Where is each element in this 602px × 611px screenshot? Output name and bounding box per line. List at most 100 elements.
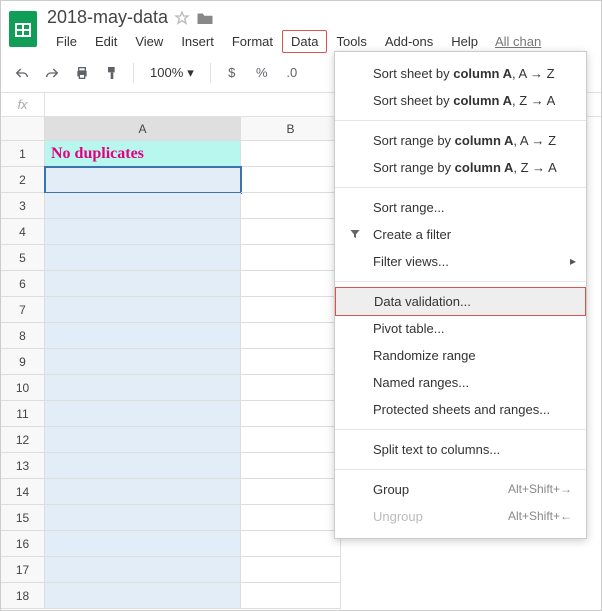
row-header[interactable]: 10 (1, 375, 45, 401)
cell[interactable] (45, 193, 241, 219)
menu-data-validation[interactable]: Data validation... (335, 287, 586, 316)
document-title[interactable]: 2018-may-data (47, 7, 168, 28)
cell[interactable] (241, 219, 341, 245)
menu-view[interactable]: View (126, 30, 172, 53)
menu-ungroup: UngroupAlt+Shift+← (335, 503, 586, 530)
menu-tools[interactable]: Tools (327, 30, 375, 53)
row-header[interactable]: 7 (1, 297, 45, 323)
cell[interactable] (241, 245, 341, 271)
sheets-logo-icon[interactable] (9, 11, 37, 47)
cell[interactable] (45, 479, 241, 505)
cell[interactable] (45, 219, 241, 245)
menu-filter-views[interactable]: Filter views...▸ (335, 248, 586, 275)
cell[interactable] (241, 375, 341, 401)
star-icon[interactable] (174, 10, 190, 26)
cell[interactable]: No duplicates (45, 141, 241, 167)
menu-sort-range-za[interactable]: Sort range by column A, Z → A (335, 154, 586, 181)
row-header[interactable]: 6 (1, 271, 45, 297)
menu-data[interactable]: Data (282, 30, 327, 53)
cell[interactable] (241, 531, 341, 557)
redo-button[interactable] (39, 60, 65, 86)
last-change-link[interactable]: All chan (495, 34, 541, 49)
cell[interactable] (241, 193, 341, 219)
cell[interactable] (241, 505, 341, 531)
cell[interactable] (241, 297, 341, 323)
cell[interactable] (45, 349, 241, 375)
cell[interactable] (241, 453, 341, 479)
folder-icon[interactable] (196, 10, 214, 26)
zoom-select[interactable]: 100%▾ (142, 65, 202, 81)
menu-insert[interactable]: Insert (172, 30, 223, 53)
row-header[interactable]: 16 (1, 531, 45, 557)
menu-sort-range[interactable]: Sort range... (335, 194, 586, 221)
menu-format[interactable]: Format (223, 30, 282, 53)
menu-group[interactable]: GroupAlt+Shift+→ (335, 476, 586, 503)
print-button[interactable] (69, 60, 95, 86)
decrease-decimal-button[interactable]: .0 (279, 60, 305, 86)
cell[interactable] (45, 245, 241, 271)
cell[interactable] (45, 297, 241, 323)
menu-randomize-range[interactable]: Randomize range (335, 342, 586, 369)
cell[interactable] (45, 323, 241, 349)
row-header[interactable]: 13 (1, 453, 45, 479)
format-currency-button[interactable]: $ (219, 60, 245, 86)
menu-protected-sheets[interactable]: Protected sheets and ranges... (335, 396, 586, 423)
chevron-down-icon: ▾ (187, 65, 194, 81)
row-header[interactable]: 9 (1, 349, 45, 375)
paint-format-button[interactable] (99, 60, 125, 86)
cell[interactable] (45, 271, 241, 297)
cell[interactable] (45, 557, 241, 583)
menu-named-ranges[interactable]: Named ranges... (335, 369, 586, 396)
row-header[interactable]: 1 (1, 141, 45, 167)
menu-split-text[interactable]: Split text to columns... (335, 436, 586, 463)
cell[interactable] (241, 349, 341, 375)
formula-bar-label: fx (1, 93, 45, 116)
menu-sort-range-az[interactable]: Sort range by column A, A → Z (335, 127, 586, 154)
cell[interactable] (241, 427, 341, 453)
row-header[interactable]: 14 (1, 479, 45, 505)
menu-create-filter[interactable]: Create a filter (335, 221, 586, 248)
data-menu-dropdown: Sort sheet by column A, A → Z Sort sheet… (334, 51, 587, 539)
row-header[interactable]: 3 (1, 193, 45, 219)
row-header[interactable]: 2 (1, 167, 45, 193)
row-header[interactable]: 11 (1, 401, 45, 427)
menu-sort-sheet-za[interactable]: Sort sheet by column A, Z → A (335, 87, 586, 114)
submenu-arrow-icon: ▸ (570, 254, 576, 268)
filter-icon (349, 228, 361, 240)
cell[interactable] (45, 401, 241, 427)
cell[interactable] (45, 505, 241, 531)
menu-help[interactable]: Help (442, 30, 487, 53)
menu-bar: File Edit View Insert Format Data Tools … (47, 30, 593, 53)
cell[interactable] (45, 583, 241, 609)
row-header[interactable]: 4 (1, 219, 45, 245)
undo-button[interactable] (9, 60, 35, 86)
column-header-a[interactable]: A (45, 117, 241, 141)
row-header[interactable]: 18 (1, 583, 45, 609)
cell[interactable] (241, 583, 341, 609)
row-header[interactable]: 5 (1, 245, 45, 271)
column-header-b[interactable]: B (241, 117, 341, 141)
row-header[interactable]: 8 (1, 323, 45, 349)
row-header[interactable]: 17 (1, 557, 45, 583)
row-header[interactable]: 15 (1, 505, 45, 531)
cell[interactable] (45, 453, 241, 479)
menu-edit[interactable]: Edit (86, 30, 126, 53)
menu-file[interactable]: File (47, 30, 86, 53)
cell[interactable] (241, 479, 341, 505)
cell[interactable] (241, 557, 341, 583)
cell[interactable] (241, 141, 341, 167)
cell[interactable] (241, 167, 341, 193)
cell[interactable] (45, 531, 241, 557)
select-all-corner[interactable] (1, 117, 45, 141)
menu-sort-sheet-az[interactable]: Sort sheet by column A, A → Z (335, 60, 586, 87)
row-header[interactable]: 12 (1, 427, 45, 453)
format-percent-button[interactable]: % (249, 60, 275, 86)
cell[interactable] (241, 323, 341, 349)
cell[interactable] (45, 427, 241, 453)
cell[interactable] (241, 271, 341, 297)
cell[interactable] (45, 167, 241, 193)
cell[interactable] (241, 401, 341, 427)
cell[interactable] (45, 375, 241, 401)
menu-pivot-table[interactable]: Pivot table... (335, 315, 586, 342)
menu-addons[interactable]: Add-ons (376, 30, 442, 53)
